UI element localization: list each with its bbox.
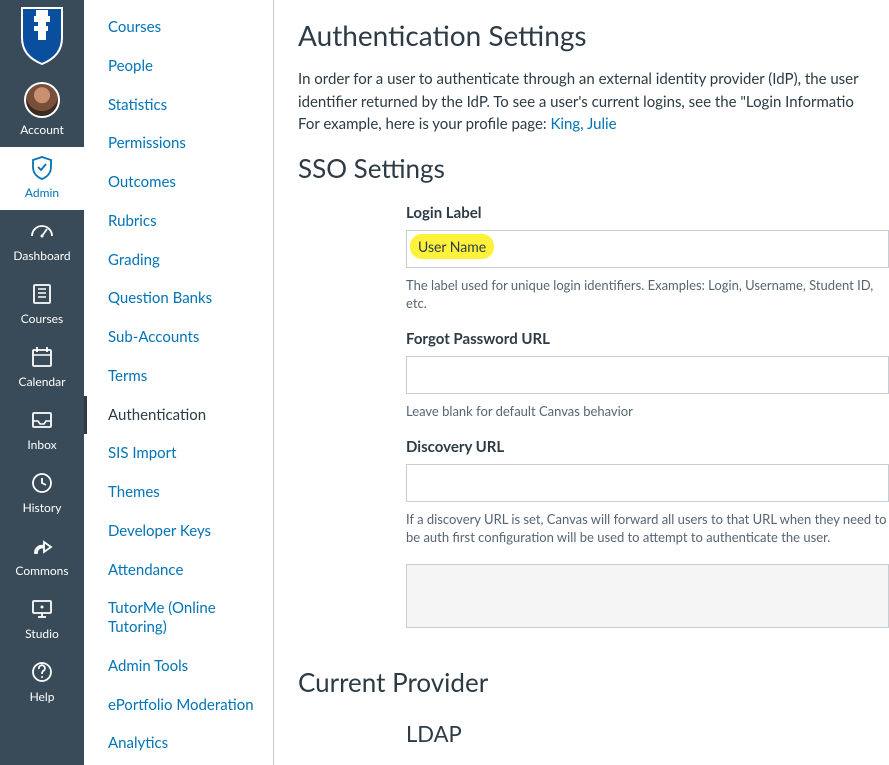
share-arrow-icon [29, 533, 55, 559]
snav-grading[interactable]: Grading [84, 241, 273, 280]
current-provider-heading: Current Provider [298, 666, 889, 698]
snav-permissions[interactable]: Permissions [84, 124, 273, 163]
discovery-url-input[interactable] [406, 464, 889, 502]
gauge-icon [29, 218, 55, 244]
nav-account[interactable]: Account [0, 74, 84, 147]
nav-commons[interactable]: Commons [0, 525, 84, 588]
page-title: Authentication Settings [298, 18, 889, 52]
intro-text: In order for a user to authenticate thro… [298, 68, 889, 136]
snav-people[interactable]: People [84, 47, 273, 86]
snav-attendance[interactable]: Attendance [84, 551, 273, 590]
snav-statistics[interactable]: Statistics [84, 86, 273, 125]
avatar [24, 82, 60, 118]
book-icon [29, 281, 55, 307]
discovery-url-field: Discovery URL If a discovery URL is set,… [406, 438, 889, 546]
snav-themes[interactable]: Themes [84, 473, 273, 512]
main-content: Authentication Settings In order for a u… [274, 0, 889, 765]
sso-settings-heading: SSO Settings [298, 152, 889, 184]
nav-label: Account [20, 122, 64, 137]
snav-sis-import[interactable]: SIS Import [84, 434, 273, 473]
nav-label: Courses [21, 311, 63, 326]
snav-analytics[interactable]: Analytics [84, 724, 273, 763]
global-nav: Account Admin Dashboard Courses Calendar [0, 0, 84, 765]
nav-dashboard[interactable]: Dashboard [0, 210, 84, 273]
snav-eportfolio-moderation[interactable]: ePortfolio Moderation [84, 686, 273, 725]
forgot-password-field: Forgot Password URL Leave blank for defa… [406, 330, 889, 420]
snav-developer-keys[interactable]: Developer Keys [84, 512, 273, 551]
shield-icon [29, 155, 55, 181]
discovery-url-label: Discovery URL [406, 438, 889, 456]
question-circle-icon [29, 659, 55, 685]
nav-label: Admin [25, 185, 59, 200]
nav-label: Studio [25, 626, 59, 641]
snav-question-banks[interactable]: Question Banks [84, 279, 273, 318]
snav-sub-accounts[interactable]: Sub-Accounts [84, 318, 273, 357]
login-label-help: The label used for unique login identifi… [406, 276, 889, 312]
discovery-url-help: If a discovery URL is set, Canvas will f… [406, 510, 889, 546]
snav-terms[interactable]: Terms [84, 357, 273, 396]
nav-label: History [23, 500, 62, 515]
nav-studio[interactable]: Studio [0, 588, 84, 651]
snav-admin-tools[interactable]: Admin Tools [84, 647, 273, 686]
snav-tutorme[interactable]: TutorMe (Online Tutoring) [84, 589, 273, 647]
forgot-password-label: Forgot Password URL [406, 330, 889, 348]
nav-label: Calendar [19, 374, 66, 389]
snav-rubrics[interactable]: Rubrics [84, 202, 273, 241]
snav-authentication[interactable]: Authentication [84, 396, 273, 435]
clock-icon [29, 470, 55, 496]
login-label-label: Login Label [406, 204, 889, 222]
nav-admin[interactable]: Admin [0, 147, 84, 210]
nav-courses[interactable]: Courses [0, 273, 84, 336]
nav-help[interactable]: Help [0, 651, 84, 714]
provider-name: LDAP [406, 720, 889, 747]
sso-form: Login Label User Name The label used for… [406, 204, 889, 629]
institution-logo[interactable] [0, 0, 84, 74]
nav-label: Inbox [27, 437, 56, 452]
monitor-icon [29, 596, 55, 622]
settings-footer-box [406, 564, 889, 628]
snav-outcomes[interactable]: Outcomes [84, 163, 273, 202]
inbox-icon [29, 407, 55, 433]
profile-link[interactable]: King, Julie [551, 115, 617, 133]
forgot-password-help: Leave blank for default Canvas behavior [406, 402, 889, 420]
snav-courses[interactable]: Courses [84, 8, 273, 47]
nav-history[interactable]: History [0, 462, 84, 525]
secondary-nav: Courses People Statistics Permissions Ou… [84, 0, 274, 765]
login-label-input[interactable] [406, 230, 889, 268]
nav-label: Help [30, 689, 55, 704]
login-label-field: Login Label User Name The label used for… [406, 204, 889, 312]
nav-label: Dashboard [13, 248, 70, 263]
nav-calendar[interactable]: Calendar [0, 336, 84, 399]
calendar-icon [29, 344, 55, 370]
forgot-password-input[interactable] [406, 356, 889, 394]
nav-inbox[interactable]: Inbox [0, 399, 84, 462]
nav-label: Commons [15, 563, 68, 578]
